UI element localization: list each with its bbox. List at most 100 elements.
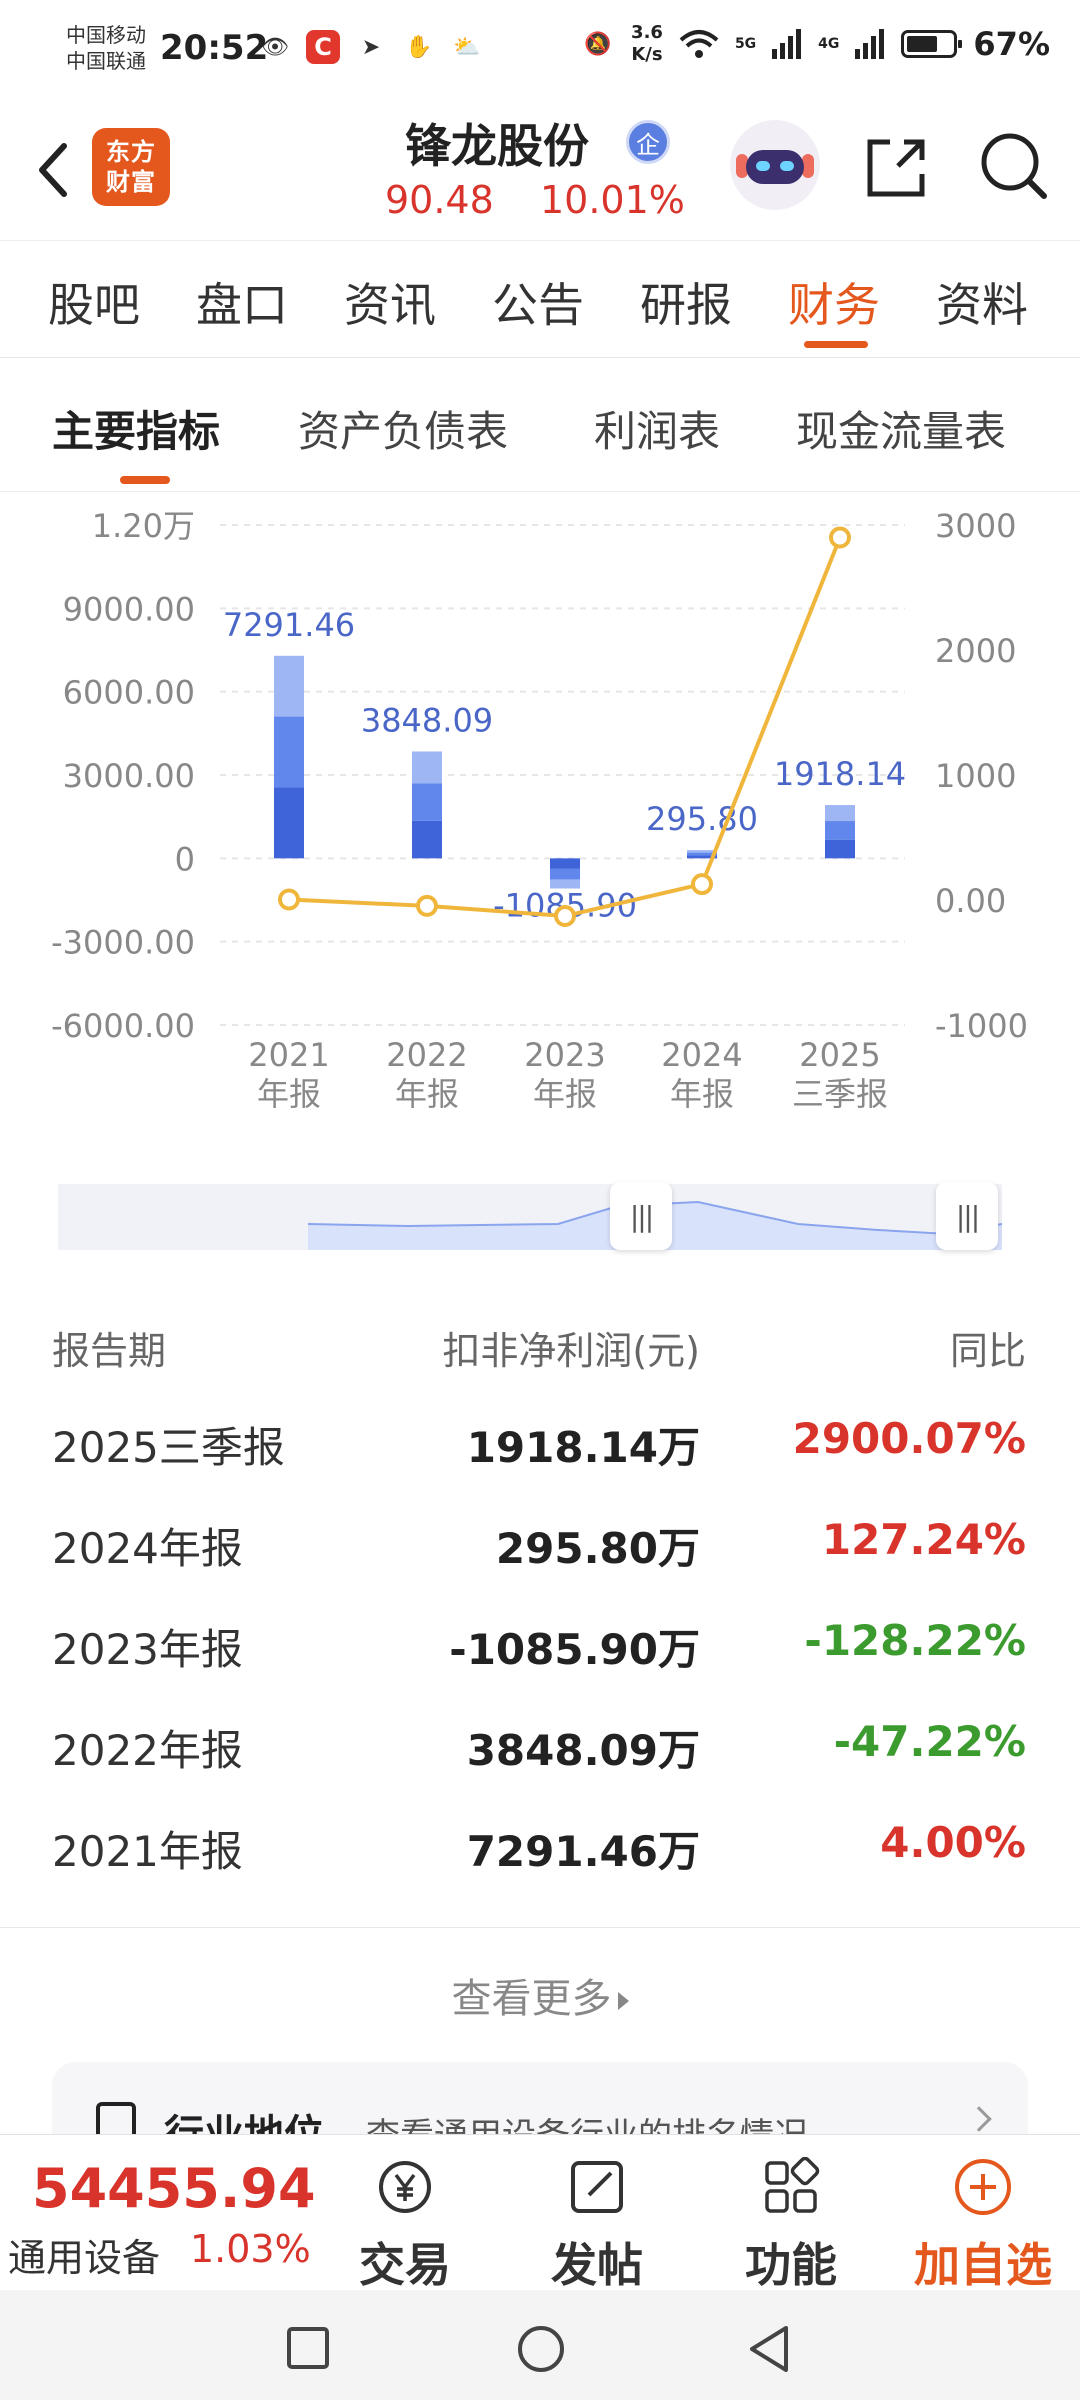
y-tick-label-left: 3000.00 [63, 757, 195, 795]
range-sparkline [307, 1200, 1002, 1250]
y-tick-label-left: 1.20万 [92, 507, 195, 545]
index-name: 通用设备 [8, 2236, 161, 2280]
bar-segment [274, 655, 304, 717]
system-nav-bar [0, 2290, 1080, 2400]
eye-icon: 👁 [261, 34, 289, 60]
plus-circle-icon [955, 2159, 1011, 2215]
table-row: 2022年报 3848.09万 -47.22% [0, 1717, 1080, 1817]
chart-svg: 1.20万 9000.00 6000.00 3000.00 0 -3000.00 -6000… [51, 507, 1028, 1113]
divider [0, 1927, 1080, 1928]
trade-button[interactable]: 交易 [330, 2149, 480, 2292]
view-more-label: 查看更多 [451, 1976, 612, 2022]
table-row: 2023年报 -1085.90万 -128.22% [0, 1616, 1080, 1716]
bar-segment [412, 751, 442, 784]
y-tick-label-left: 9000.00 [63, 590, 195, 628]
y-tick-label-right: 3000 [935, 507, 1016, 545]
bar-segment [412, 783, 442, 821]
bar-segment [550, 858, 580, 869]
y-tick-label-right: -1000 [935, 1007, 1028, 1045]
col-yoy: 同比 [949, 1329, 1026, 1373]
yoy-point [416, 894, 438, 917]
bottom-action-bar: 54455.94 通用设备 1.03% 交易 发帖 功能 加自选 [0, 2134, 1080, 2292]
home-icon[interactable] [516, 2324, 566, 2374]
ai-assistant-icon[interactable] [730, 120, 820, 210]
bar-segment [274, 787, 304, 859]
yoy-point [829, 526, 851, 549]
add-watchlist-button[interactable]: 加自选 [908, 2149, 1058, 2292]
tab-profile[interactable]: 资料 [936, 269, 1028, 335]
carrier-labels: 中国移动 中国联通 [66, 22, 146, 74]
edit-icon [571, 2161, 623, 2213]
app-logo[interactable]: 东方财富 [92, 128, 170, 206]
finance-subtabs: 主要指标 资产负债表 利润表 现金流量表 [0, 358, 1080, 492]
row-yoy: 4.00% [880, 1818, 1026, 1867]
row-yoy: -128.22% [804, 1616, 1026, 1665]
tab-finance[interactable]: 财务 [788, 269, 880, 335]
bar-segment [412, 820, 442, 859]
function-button[interactable]: 功能 [716, 2149, 866, 2292]
x-tick-label: 2022 [386, 1036, 467, 1074]
row-value: 1918.14万 [466, 1423, 700, 1472]
active-subtab-indicator [120, 476, 170, 484]
x-tick-label: 2021 [248, 1036, 329, 1074]
data-label: 295.80 [646, 800, 758, 838]
active-tab-indicator [804, 341, 868, 348]
weather-icon: ⛅ [453, 34, 481, 60]
row-period: 2024年报 [52, 1524, 243, 1573]
tab-pankou[interactable]: 盘口 [196, 269, 288, 335]
x-tick-label: 年报 [257, 1075, 321, 1113]
x-tick-label: 年报 [395, 1075, 459, 1113]
main-tabs: 股吧 盘口 资讯 公告 研报 财务 资料 [0, 240, 1080, 358]
index-pct: 1.03% [190, 2227, 311, 2271]
post-button[interactable]: 发帖 [522, 2149, 672, 2292]
y-tick-label-right: 2000 [935, 632, 1016, 670]
row-yoy: -47.22% [833, 1717, 1026, 1766]
table-row: 2024年报 295.80万 127.24% [0, 1515, 1080, 1615]
signal-bars-icon [772, 29, 802, 59]
subtab-key-metrics[interactable]: 主要指标 [52, 398, 220, 459]
enterprise-badge: 企 [626, 120, 670, 164]
search-icon[interactable] [974, 126, 1054, 206]
stock-price: 90.48 [385, 178, 494, 222]
signal-5g-icon: 5G [734, 36, 757, 52]
y-tick-label-right: 1000 [935, 757, 1016, 795]
range-slider[interactable]: ||| ||| [58, 1182, 1002, 1250]
subtab-cash-flow[interactable]: 现金流量表 [796, 398, 1006, 459]
index-value: 54455.94 [32, 2157, 316, 2220]
send-icon: ➤ [361, 34, 381, 60]
stock-change-pct: 10.01% [540, 178, 685, 222]
system-icons: 🔕 3.6 K/s 5G 4G 67% [581, 22, 1050, 66]
status-bar: 中国移动 中国联通 20:52 👁 C ➤ ✋ ⛅ 🔕 3.6 K/s 5G 4G… [0, 0, 1080, 100]
view-more-link[interactable]: 查看更多 [0, 1966, 1080, 2024]
tab-research[interactable]: 研报 [640, 269, 732, 335]
tab-announcement[interactable]: 公告 [492, 269, 584, 335]
range-handle-right[interactable]: ||| [936, 1182, 998, 1250]
back-nav-icon[interactable] [746, 2324, 792, 2374]
app-c-icon: C [306, 30, 340, 64]
grid-icon [765, 2157, 820, 2213]
share-icon[interactable] [858, 130, 934, 206]
row-value: 3848.09万 [466, 1726, 700, 1775]
row-yoy: 127.24% [821, 1515, 1026, 1564]
carrier-2: 中国联通 [66, 49, 146, 73]
signal-bars-icon-2 [855, 29, 885, 59]
mute-icon: 🔕 [584, 31, 612, 57]
tab-guba[interactable]: 股吧 [48, 269, 140, 335]
hand-icon: ✋ [405, 34, 433, 60]
row-period: 2025三季报 [52, 1423, 285, 1472]
post-label: 发帖 [551, 2238, 643, 2292]
profit-chart[interactable]: 1.20万 9000.00 6000.00 3000.00 0 -3000.00 -6000… [0, 492, 1080, 1132]
range-handle-left[interactable]: ||| [610, 1182, 672, 1250]
bar-segment [550, 868, 580, 880]
wifi-icon [679, 30, 719, 58]
col-period: 报告期 [52, 1329, 167, 1373]
battery-icon [901, 30, 963, 58]
back-icon[interactable] [24, 130, 84, 210]
subtab-income-statement[interactable]: 利润表 [594, 398, 720, 459]
x-tick-label: 2025 [799, 1036, 880, 1074]
table-row: 2021年报 7291.46万 4.00% [0, 1818, 1080, 1918]
tab-news[interactable]: 资讯 [344, 269, 436, 335]
subtab-balance-sheet[interactable]: 资产负债表 [298, 398, 508, 459]
data-label: 1918.14 [774, 755, 906, 793]
recents-icon[interactable] [286, 2326, 330, 2370]
